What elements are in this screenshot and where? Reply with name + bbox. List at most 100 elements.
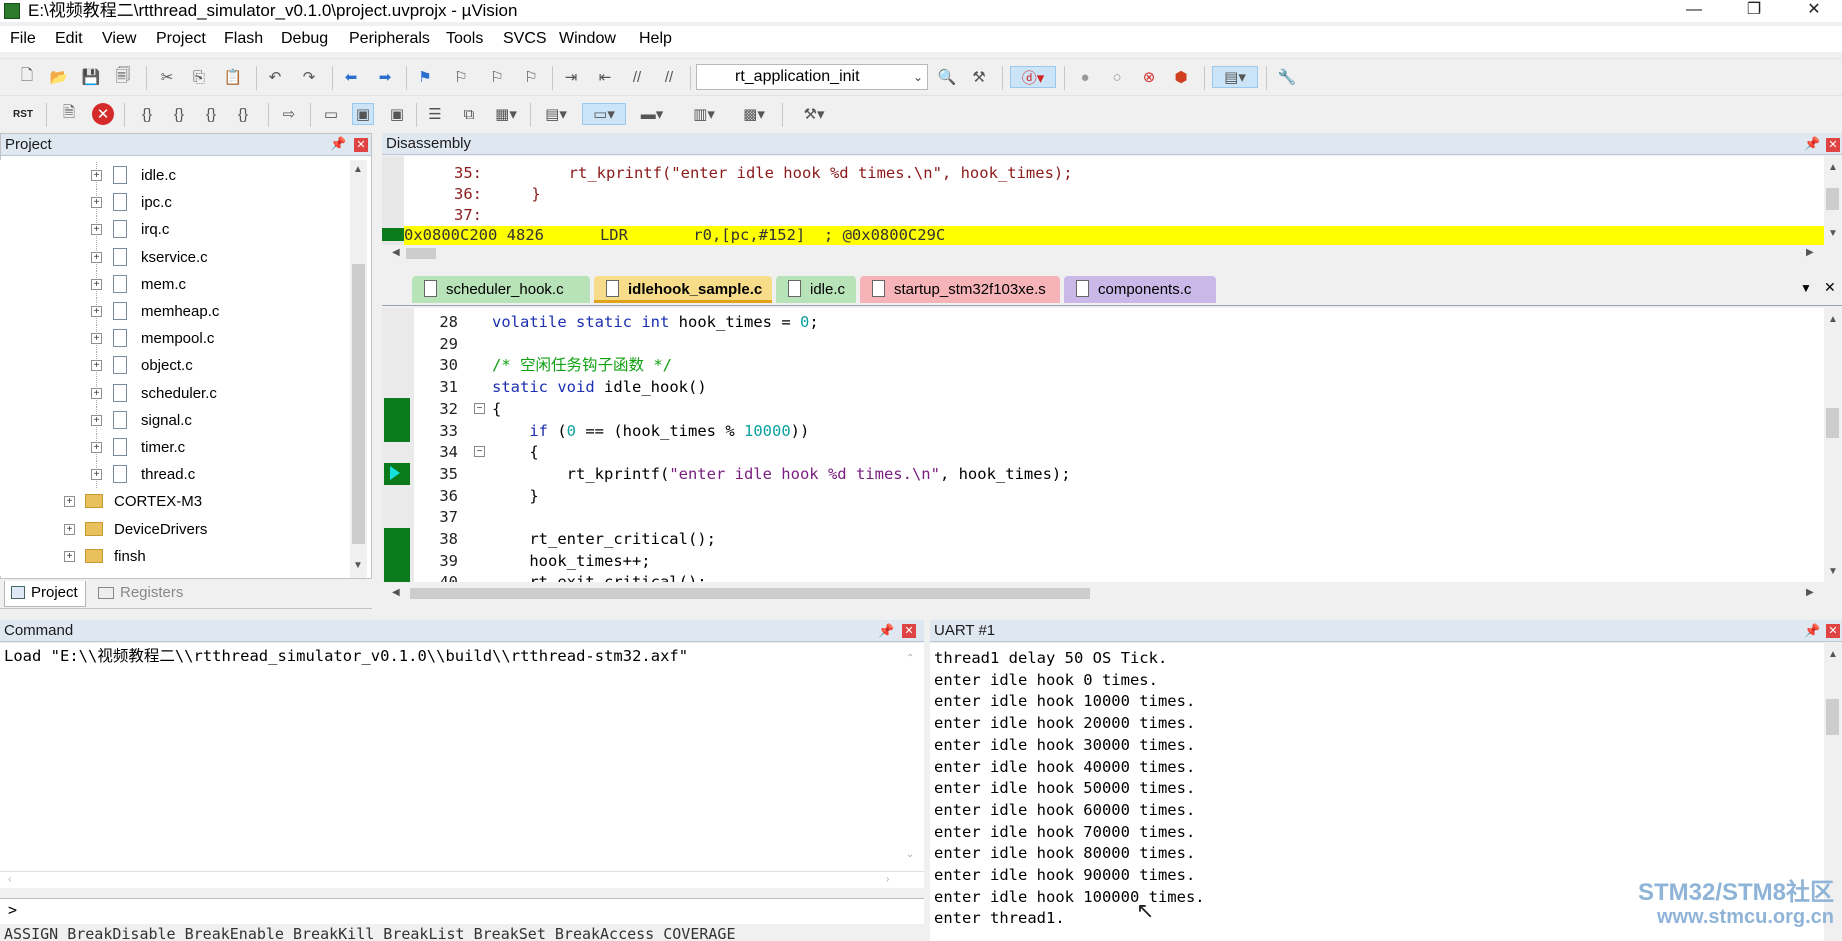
close-editor-icon[interactable]: ✕ bbox=[1824, 279, 1836, 296]
analysis-window-icon[interactable]: ▬▾ bbox=[634, 103, 670, 125]
pin-icon[interactable]: 📌 bbox=[1804, 623, 1820, 639]
step-out-icon[interactable]: {} bbox=[200, 103, 222, 125]
scroll-up-icon[interactable]: ▲ bbox=[1828, 162, 1838, 173]
stop-icon[interactable]: ✕ bbox=[92, 103, 114, 125]
indent-icon[interactable]: ⇥ bbox=[560, 66, 582, 88]
menu-view[interactable]: View bbox=[102, 30, 136, 48]
tab-list-chevron-icon[interactable]: ▼ bbox=[1800, 281, 1812, 295]
tab-scheduler-hook[interactable]: scheduler_hook.c bbox=[412, 276, 590, 303]
tree-item-file[interactable]: + mem.c bbox=[0, 271, 350, 298]
scroll-right-icon[interactable]: ▶ bbox=[1806, 247, 1814, 258]
function-combo[interactable]: rt_application_init ⌄ bbox=[696, 64, 928, 90]
scroll-down-icon[interactable]: ▼ bbox=[1828, 566, 1838, 577]
save-all-icon[interactable]: 🗐 bbox=[112, 66, 134, 88]
toolbox-icon[interactable]: ⚒▾ bbox=[792, 103, 836, 125]
scroll-down-icon[interactable]: ▼ bbox=[353, 560, 363, 571]
menu-debug[interactable]: Debug bbox=[281, 30, 328, 48]
scroll-up-icon[interactable]: ▲ bbox=[353, 164, 363, 175]
menu-peripherals[interactable]: Peripherals bbox=[349, 30, 430, 48]
scroll-down-icon[interactable]: ▼ bbox=[1828, 228, 1838, 239]
clear-bookmarks-icon[interactable]: ⚐ bbox=[520, 66, 542, 88]
scroll-thumb[interactable] bbox=[406, 248, 436, 259]
cut-icon[interactable]: ✂ bbox=[156, 66, 178, 88]
incremental-find-icon[interactable]: ⚒ bbox=[968, 66, 990, 88]
run-icon[interactable]: 🗎 bbox=[58, 103, 80, 125]
menu-project[interactable]: Project bbox=[156, 30, 206, 48]
uncomment-icon[interactable]: // bbox=[658, 66, 680, 88]
tree-item-file[interactable]: + idle.c bbox=[0, 162, 350, 189]
tab-idlehook-sample[interactable]: idlehook_sample.c bbox=[594, 276, 772, 303]
expand-icon[interactable]: + bbox=[91, 360, 102, 372]
scroll-right-icon[interactable]: › bbox=[886, 874, 889, 885]
symbols-window-icon[interactable]: ▣ bbox=[386, 103, 408, 125]
menu-file[interactable]: File bbox=[10, 30, 36, 48]
disassembly-view[interactable]: 35: rt_kprintf("enter idle hook %d times… bbox=[382, 156, 1824, 245]
find-icon[interactable]: 🔍 bbox=[936, 66, 958, 88]
navigate-forward-icon[interactable]: ➡ bbox=[374, 66, 396, 88]
call-stack-icon[interactable]: ⧉ bbox=[458, 103, 480, 125]
fold-marker-icon[interactable]: − bbox=[474, 446, 485, 458]
expand-icon[interactable]: + bbox=[64, 550, 75, 562]
scroll-thumb[interactable] bbox=[1826, 408, 1839, 438]
menu-edit[interactable]: Edit bbox=[55, 30, 83, 48]
bookmark-icon[interactable]: ⚑ bbox=[414, 66, 436, 88]
scroll-up-icon[interactable]: ▲ bbox=[1828, 649, 1838, 660]
registers-window-icon[interactable]: ☰ bbox=[424, 103, 446, 125]
scroll-thumb[interactable] bbox=[352, 264, 365, 544]
expand-icon[interactable]: + bbox=[91, 469, 102, 481]
menu-window[interactable]: Window bbox=[559, 30, 616, 48]
editor-vscroll[interactable]: ▲ ▼ bbox=[1824, 308, 1841, 582]
tree-item-file[interactable]: + timer.c bbox=[0, 434, 350, 461]
expand-icon[interactable]: + bbox=[91, 278, 102, 290]
breakpoint-enable-icon[interactable]: ○ bbox=[1106, 66, 1128, 88]
window-layout-icon[interactable]: ▤▾ bbox=[1212, 66, 1258, 88]
memory-window-icon[interactable]: ▤▾ bbox=[538, 103, 574, 125]
tree-item-folder[interactable]: + finsh bbox=[0, 543, 350, 570]
navigate-back-icon[interactable]: ⬅ bbox=[340, 66, 362, 88]
disassembly-hscroll[interactable]: ◀ ▶ bbox=[382, 245, 1824, 262]
new-file-icon[interactable]: 🗋 bbox=[16, 66, 38, 88]
scroll-left-icon[interactable]: ◀ bbox=[392, 587, 400, 598]
step-into-icon[interactable]: {} bbox=[136, 103, 158, 125]
tab-registers[interactable]: Registers bbox=[94, 581, 190, 607]
editor-hscroll[interactable]: ◀ ▶ bbox=[382, 585, 1824, 602]
scroll-right-icon[interactable]: ▶ bbox=[1806, 587, 1814, 598]
menu-svcs[interactable]: SVCS bbox=[503, 30, 547, 48]
expand-icon[interactable]: + bbox=[64, 523, 75, 535]
next-bookmark-icon[interactable]: ⚐ bbox=[486, 66, 508, 88]
scroll-up-icon[interactable]: ⌃ bbox=[906, 653, 914, 664]
pin-icon[interactable]: 📌 bbox=[330, 136, 346, 152]
fold-marker-icon[interactable]: − bbox=[474, 402, 485, 414]
unindent-icon[interactable]: ⇤ bbox=[594, 66, 616, 88]
close-panel-icon[interactable]: ✕ bbox=[902, 624, 916, 638]
close-panel-icon[interactable]: ✕ bbox=[354, 138, 368, 152]
pin-icon[interactable]: 📌 bbox=[1804, 136, 1820, 152]
scroll-up-icon[interactable]: ▲ bbox=[1828, 314, 1838, 325]
disassembly-window-icon[interactable]: ▣ bbox=[352, 103, 374, 125]
menu-tools[interactable]: Tools bbox=[446, 30, 483, 48]
expand-icon[interactable]: + bbox=[91, 251, 102, 263]
tab-components[interactable]: components.c bbox=[1064, 276, 1216, 303]
tree-item-file[interactable]: + memheap.c bbox=[0, 298, 350, 325]
tree-item-folder[interactable]: + DeviceDrivers bbox=[0, 516, 350, 543]
trace-window-icon[interactable]: ▥▾ bbox=[686, 103, 722, 125]
tab-idle[interactable]: idle.c bbox=[776, 276, 856, 303]
scroll-left-icon[interactable]: ◀ bbox=[392, 247, 400, 258]
tree-item-file[interactable]: + irq.c bbox=[0, 216, 350, 243]
project-tree-scrollbar[interactable]: ▲ ▼ bbox=[350, 160, 367, 578]
reset-icon[interactable]: RST bbox=[12, 103, 34, 125]
system-viewer-icon[interactable]: ▩▾ bbox=[736, 103, 772, 125]
menu-help[interactable]: Help bbox=[639, 30, 672, 48]
breakpoint-kill-all-icon[interactable]: ⬢ bbox=[1170, 66, 1192, 88]
show-next-statement-icon[interactable]: ⇨ bbox=[278, 103, 300, 125]
disassembly-vscroll[interactable]: ▲ ▼ bbox=[1824, 156, 1841, 245]
expand-icon[interactable]: + bbox=[91, 170, 102, 181]
minimize-button[interactable]: — bbox=[1674, 0, 1714, 22]
debug-session-icon[interactable]: ⓓ▾ bbox=[1010, 66, 1056, 88]
tree-item-file[interactable]: + mempool.c bbox=[0, 325, 350, 352]
watch-window-icon[interactable]: ▦▾ bbox=[488, 103, 524, 125]
copy-icon[interactable]: ⎘ bbox=[188, 66, 210, 88]
save-icon[interactable]: 💾 bbox=[80, 66, 102, 88]
step-over-icon[interactable]: {} bbox=[168, 103, 190, 125]
expand-icon[interactable]: + bbox=[91, 333, 102, 345]
